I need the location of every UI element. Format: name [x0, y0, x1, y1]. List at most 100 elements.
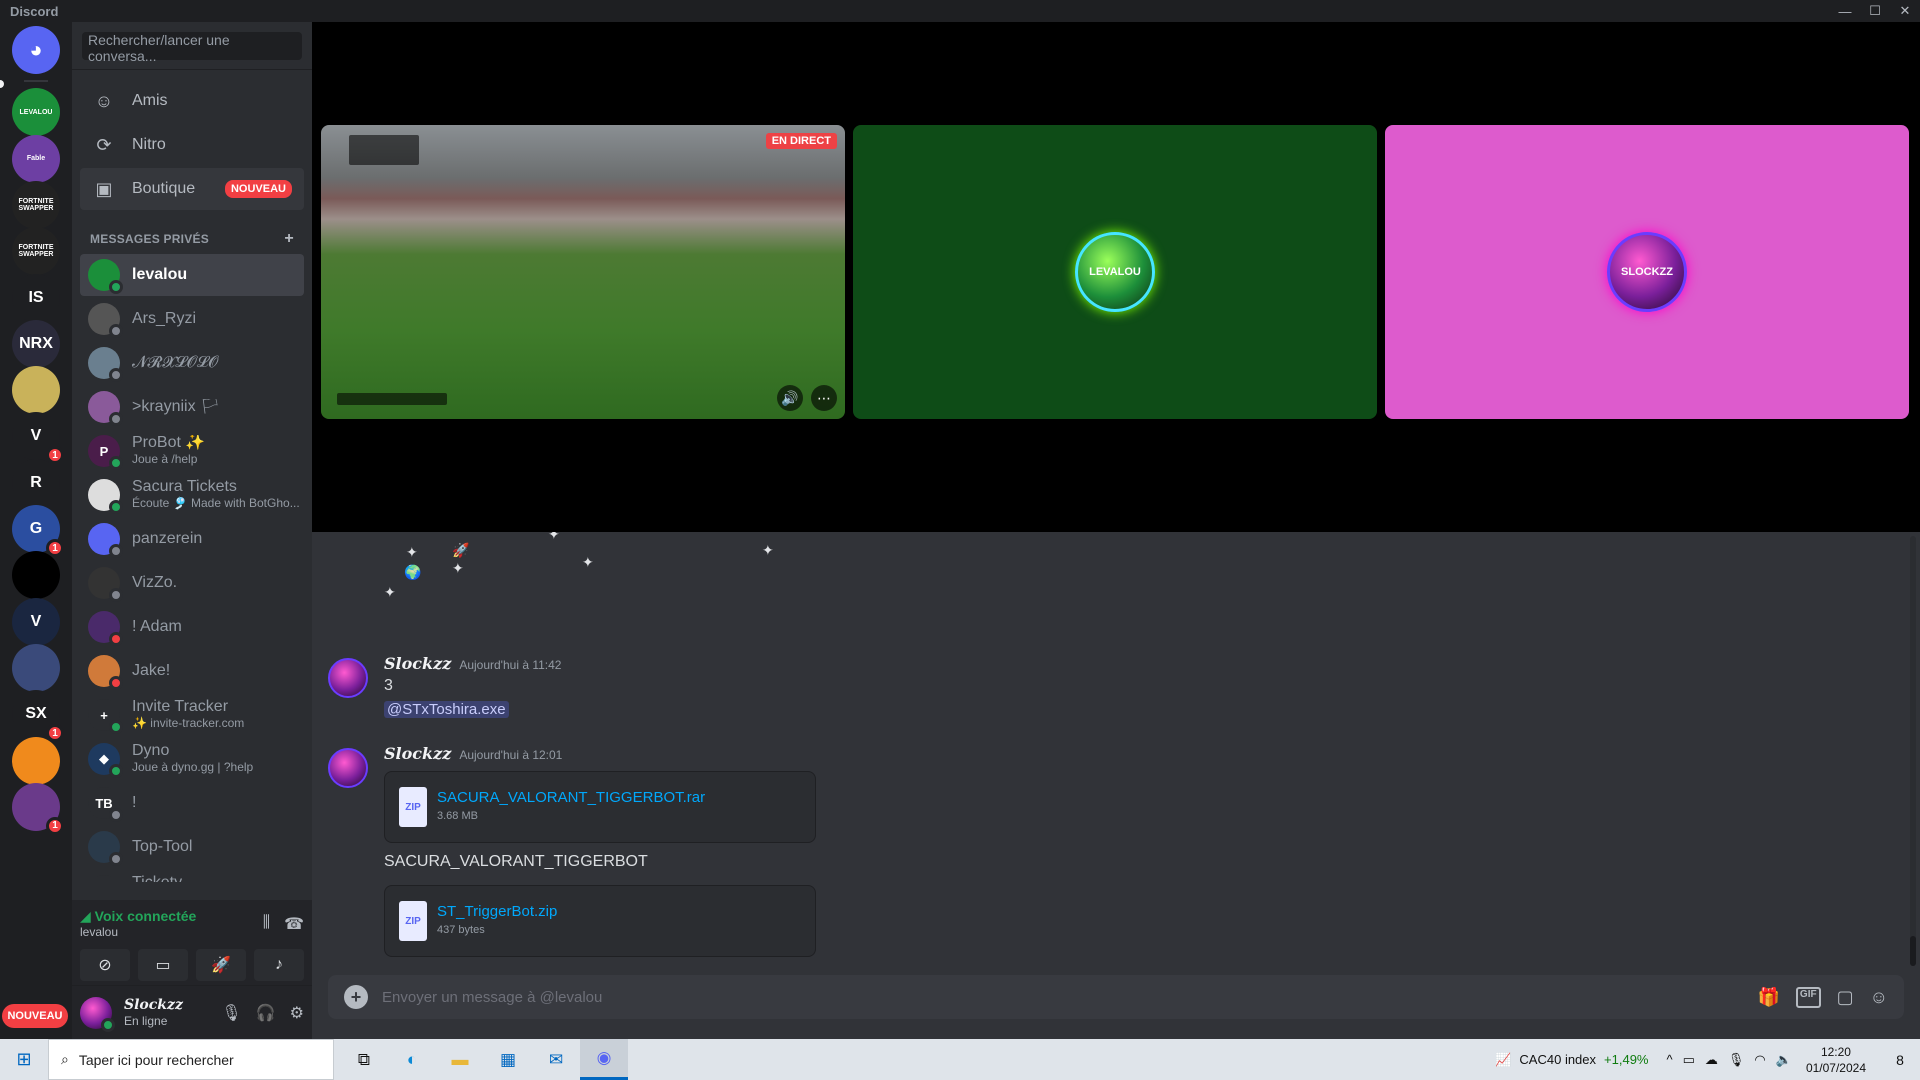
- more-options-icon[interactable]: ⋯: [811, 385, 837, 411]
- dm-item[interactable]: TB!: [80, 782, 304, 824]
- server-icon[interactable]: V1: [12, 412, 64, 465]
- stream-tile[interactable]: EN DIRECT 🔊 ⋯: [321, 125, 845, 419]
- dm-item[interactable]: levalou: [80, 254, 304, 296]
- user-avatar[interactable]: [80, 996, 115, 1032]
- dm-item[interactable]: Top-Tool: [80, 826, 304, 868]
- volume-tray-icon[interactable]: 🔈: [1776, 1052, 1792, 1068]
- screen-share-button[interactable]: ▭: [138, 949, 188, 981]
- server-icon[interactable]: IS: [12, 273, 60, 322]
- dm-search-button[interactable]: Rechercher/lancer une conversa...: [82, 32, 302, 64]
- headphones-icon[interactable]: 🎧: [256, 1003, 276, 1023]
- message-avatar[interactable]: [328, 658, 368, 698]
- server-icon[interactable]: NRX: [12, 319, 60, 368]
- dm-item[interactable]: Jake!: [80, 650, 304, 692]
- dm-item[interactable]: >krayniix 🏳: [80, 386, 304, 428]
- file-explorer-icon[interactable]: ▬: [436, 1039, 484, 1080]
- gift-icon[interactable]: 🎁: [1758, 987, 1780, 1008]
- signal-icon: ◢: [80, 908, 95, 924]
- chat-scrollbar-thumb[interactable]: [1910, 936, 1916, 966]
- dm-item[interactable]: Sacura Tickets Écoute 🎐 Made with BotGho.…: [80, 474, 304, 516]
- mail-icon[interactable]: ✉: [532, 1039, 580, 1080]
- voice-channel[interactable]: levalou: [80, 925, 196, 939]
- activities-button[interactable]: 🚀: [196, 949, 246, 981]
- chevron-up-icon[interactable]: ^: [1666, 1052, 1672, 1068]
- microphone-icon[interactable]: 🎙: [221, 1003, 241, 1023]
- settings-icon[interactable]: ⚙: [290, 1003, 304, 1023]
- onedrive-icon[interactable]: ☁: [1705, 1052, 1718, 1068]
- meet-now-icon[interactable]: ▭: [1683, 1052, 1695, 1068]
- server-icon[interactable]: Fable: [12, 134, 60, 183]
- server-icon[interactable]: 1: [12, 782, 64, 835]
- server-icon[interactable]: [12, 736, 60, 785]
- dm-item[interactable]: ! Adam: [80, 606, 304, 648]
- server-icon[interactable]: [12, 551, 60, 600]
- emoji-icon[interactable]: ☺: [1870, 987, 1888, 1008]
- message-input[interactable]: [382, 988, 1758, 1006]
- server-icon[interactable]: SX 1: [12, 690, 64, 743]
- file-name-link[interactable]: ST_TriggerBot.zip: [437, 904, 557, 920]
- dm-item[interactable]: Ars_Ryzi: [80, 298, 304, 340]
- server-icon[interactable]: G1: [12, 505, 64, 557]
- camera-off-button[interactable]: ⊘: [80, 949, 130, 981]
- noise-suppression-icon[interactable]: ⫼: [263, 914, 270, 934]
- file-attachment[interactable]: ZIP SACURA_VALORANT_TIGGERBOT.rar 3.68 M…: [384, 771, 816, 843]
- edge-icon[interactable]: ◐: [388, 1039, 436, 1080]
- store-icon[interactable]: ▦: [484, 1039, 532, 1080]
- soundboard-button[interactable]: ♪: [254, 949, 304, 981]
- dm-avatar: ◆: [88, 743, 123, 778]
- dm-item[interactable]: 𝓝𝓡𝓧𝓛𝓞𝓛𝓞: [80, 342, 304, 384]
- create-dm-button[interactable]: +: [284, 230, 294, 248]
- windows-start-icon[interactable]: ⊞: [0, 1039, 48, 1080]
- disconnect-icon[interactable]: ☎: [284, 914, 304, 934]
- nav-shop[interactable]: ▣ Boutique NOUVEAU: [80, 168, 304, 210]
- nav-nitro[interactable]: ⟳ Nitro: [80, 124, 304, 166]
- dm-item[interactable]: panzerein: [80, 518, 304, 560]
- server-icon[interactable]: V: [12, 597, 60, 646]
- file-name-link[interactable]: SACURA_VALORANT_TIGGERBOT.rar: [437, 790, 705, 806]
- task-view-icon[interactable]: ⧉: [340, 1039, 388, 1080]
- network-icon[interactable]: ◠: [1754, 1052, 1765, 1068]
- archive-file-icon: ZIP: [399, 901, 427, 941]
- dm-avatar: [88, 831, 123, 866]
- system-clock[interactable]: 12:20 01/07/2024: [1806, 1044, 1866, 1076]
- new-server-badge[interactable]: NOUVEAU: [2, 1004, 68, 1028]
- server-icon[interactable]: LEVALOU: [12, 88, 60, 137]
- stock-name: CAC40 index: [1519, 1052, 1597, 1067]
- dm-name: ProBot ✨: [132, 435, 206, 451]
- stock-change: +1,49%: [1604, 1052, 1649, 1067]
- user-mention[interactable]: @STxToshira.exe: [384, 701, 509, 718]
- nav-friends[interactable]: ☺ Amis: [80, 80, 304, 122]
- message-avatar[interactable]: [328, 748, 368, 788]
- home-button[interactable]: ◕: [12, 26, 60, 74]
- close-button[interactable]: ✕: [1890, 0, 1920, 22]
- server-icon[interactable]: FORTNITE SWAPPER: [12, 180, 60, 229]
- discord-taskbar-icon[interactable]: ◉: [580, 1039, 628, 1080]
- notification-center-icon[interactable]: 8: [1880, 1039, 1920, 1080]
- stock-widget[interactable]: 📈 CAC40 index +1,49%: [1495, 1052, 1648, 1068]
- taskbar-search[interactable]: ⌕ Taper ici pour rechercher: [48, 1039, 334, 1080]
- file-attachment[interactable]: ZIP ST_TriggerBot.zip 437 bytes: [384, 885, 816, 957]
- dm-item[interactable]: VizZo.: [80, 562, 304, 604]
- minimize-button[interactable]: —: [1830, 0, 1860, 22]
- dm-item[interactable]: + Invite Tracker ✨ invite-tracker.com: [80, 694, 304, 736]
- server-icon[interactable]: R: [12, 458, 60, 507]
- server-icon[interactable]: [12, 643, 60, 692]
- message-author[interactable]: Slockzz: [384, 654, 451, 673]
- dm-item[interactable]: TTickety/help | tickety.top: [80, 870, 304, 882]
- attach-plus-icon[interactable]: +: [344, 985, 368, 1009]
- status-dot: [109, 808, 123, 822]
- dm-item[interactable]: P ProBot ✨ Joue à /help: [80, 430, 304, 472]
- maximize-button[interactable]: ☐: [1860, 0, 1890, 22]
- participant-tile-levalou[interactable]: LEVALOU: [853, 125, 1377, 419]
- gif-picker-button[interactable]: GIF: [1795, 986, 1821, 1008]
- sticker-icon[interactable]: ▢: [1837, 987, 1854, 1008]
- participant-tile-slockzz[interactable]: SLOCKZZ: [1385, 125, 1909, 419]
- server-icon[interactable]: FORTNITE SWAPPER: [12, 227, 60, 276]
- volume-icon[interactable]: 🔊: [777, 385, 803, 411]
- chat-scrollbar[interactable]: [1910, 536, 1916, 966]
- server-icon[interactable]: [12, 366, 60, 415]
- voice-status[interactable]: ◢ Voix connectée: [80, 908, 196, 925]
- dm-item[interactable]: ◆ Dyno Joue à dyno.gg | ?help: [80, 738, 304, 780]
- message-author[interactable]: Slockzz: [384, 744, 451, 763]
- microphone-tray-icon[interactable]: 🎙: [1728, 1052, 1745, 1068]
